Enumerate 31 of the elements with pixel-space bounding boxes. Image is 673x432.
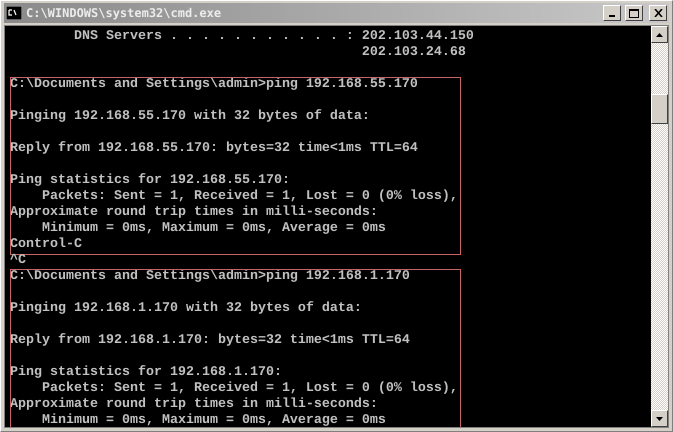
console-line: Approximate round trip times in milli-seconds: — [10, 397, 379, 413]
console-line: Packets: Sent = 1, Received = 1, Lost = 0 (0% loss), — [40, 189, 459, 205]
maximize-icon — [629, 8, 639, 18]
down-arrow-icon — [656, 416, 663, 420]
console-line: Packets: Sent = 1, Received = 1, Lost = 0 (0% loss), — [40, 381, 459, 397]
console-line: Reply from 192.168.55.170: bytes=32 time<1ms TTL=64 — [10, 141, 419, 157]
console-line: Approximate round trip times in milli-seconds: — [10, 205, 379, 221]
scroll-down-button[interactable] — [651, 410, 668, 427]
window-title: C:\WINDOWS\system32\cmd.exe — [26, 6, 222, 20]
close-button[interactable] — [649, 5, 667, 21]
console-line: Minimum = 0ms, Maximum = 0ms, Average = 0ms — [40, 221, 387, 237]
scroll-thumb[interactable] — [651, 94, 668, 124]
close-icon — [654, 9, 662, 17]
scroll-up-button[interactable] — [651, 26, 668, 43]
console-line: Control-C — [10, 237, 83, 253]
console-line: Ping statistics for 192.168.55.170: — [10, 173, 291, 189]
minimize-button[interactable] — [603, 5, 621, 21]
console-icon — [6, 6, 22, 20]
console-line: Reply from 192.168.1.170: bytes=32 time<1ms TTL=64 — [10, 333, 411, 349]
console-line: DNS Servers . . . . . . . . . . . : 202.103.44.150 — [72, 29, 475, 45]
up-arrow-icon — [656, 32, 663, 36]
console-line: Ping statistics for 192.168.1.170: — [10, 365, 283, 381]
console-line: 202.103.24.68 — [360, 45, 467, 61]
console-line: Minimum = 0ms, Maximum = 0ms, Average = 0ms — [40, 413, 387, 427]
console-line: Pinging 192.168.55.170 with 32 bytes of data: — [10, 109, 371, 125]
maximize-button[interactable] — [625, 5, 643, 21]
console-line: C:\Documents and Settings\admin>ping 192.168.1.170 — [10, 269, 411, 285]
console-line: C:\Documents and Settings\admin>ping 192.168.55.170 — [10, 77, 419, 93]
console-line: ^C — [10, 253, 27, 269]
console-line: Pinging 192.168.1.170 with 32 bytes of data: — [10, 301, 363, 317]
vertical-scrollbar[interactable] — [651, 26, 668, 427]
